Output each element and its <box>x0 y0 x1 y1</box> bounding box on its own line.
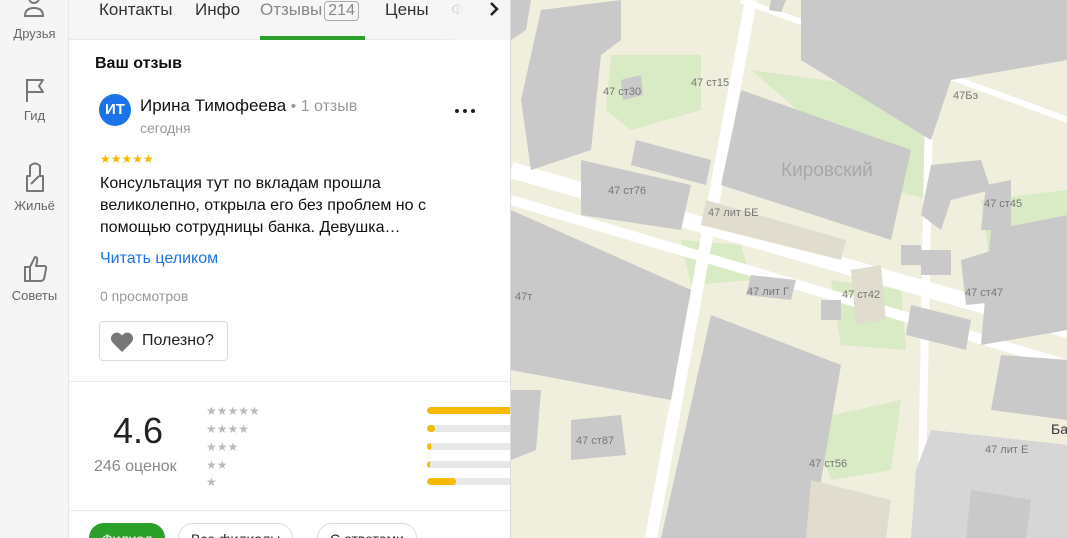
more-options-button[interactable] <box>452 96 478 122</box>
rail-label: Друзья <box>13 26 56 41</box>
map-building-label: 47 лит БЕ <box>708 207 759 219</box>
map-building-label: 47 ст42 <box>842 289 881 301</box>
rail-label: Гид <box>23 108 46 123</box>
rating-bar-fill <box>427 443 431 450</box>
reviews-count-badge: 214 <box>324 1 359 21</box>
map-building-label: 47 ст47 <box>965 287 1004 299</box>
map-building-label: 47т <box>515 291 533 303</box>
map-building-label: 47 лит Г <box>747 286 789 298</box>
tab-fade <box>439 0 479 40</box>
tabs-scroll-right-button[interactable] <box>477 0 510 40</box>
tab-prices[interactable]: Цены <box>385 0 429 40</box>
building <box>906 305 971 350</box>
average-rating: 4.6 <box>113 410 164 451</box>
map-building-label: 47 ст76 <box>608 185 647 197</box>
map-building-label: 47 ст45 <box>984 198 1023 210</box>
building <box>511 390 541 460</box>
rating-row-stars: ★★ <box>206 458 228 472</box>
map-building-label: 47 ст87 <box>576 435 615 447</box>
building <box>511 210 691 400</box>
rail-item-guide[interactable]: Гид <box>0 76 69 123</box>
building <box>769 0 786 12</box>
rating-row-stars: ★★★★★ <box>206 404 260 418</box>
map-canvas <box>511 0 1067 538</box>
filter-chip-with-replies[interactable]: С ответами <box>317 523 417 538</box>
rating-bar-fill <box>427 461 430 468</box>
thumbs-up-icon <box>23 256 47 282</box>
rail-item-tips[interactable]: Советы <box>0 254 69 303</box>
review-stars: ★★★★★ <box>100 152 154 166</box>
tab-bar: Контакты Инфо Отзывы214 Цены Ф <box>69 0 510 40</box>
building <box>991 355 1067 420</box>
more-dots-icon <box>455 109 475 113</box>
rail-label: Советы <box>11 288 58 303</box>
rating-bar-fill <box>427 478 457 485</box>
filter-chip-branch[interactable]: Филиал <box>89 523 166 538</box>
friends-icon <box>23 0 44 17</box>
helpful-button[interactable]: Полезно? <box>99 321 228 361</box>
heart-icon <box>110 332 134 352</box>
filter-chip-all-branches[interactable]: Все филиалы <box>178 523 294 538</box>
rating-row-stars: ★★★★ <box>206 422 250 436</box>
map-building-label: 47 ст30 <box>603 86 642 98</box>
active-tab-indicator <box>260 36 365 40</box>
rail-item-housing[interactable]: Жильё <box>0 162 69 213</box>
map-building-label: 47Бэ <box>953 90 979 102</box>
map-building-label: 47 ст56 <box>809 458 848 470</box>
helpful-label: Полезно? <box>142 332 214 349</box>
housing-icon <box>25 162 44 192</box>
rating-bar-fill <box>427 425 435 432</box>
rating-bar-track <box>427 478 510 485</box>
avatar[interactable]: ИТ <box>99 94 131 126</box>
chevron-right-icon <box>489 2 499 16</box>
building <box>901 245 921 265</box>
rating-bar-track <box>427 425 510 432</box>
reviews-panel: Контакты Инфо Отзывы214 Цены Ф Ваш отзыв… <box>69 0 510 538</box>
map-building-label: 47 лит Е <box>985 444 1029 456</box>
rating-bar-track <box>427 443 510 450</box>
review-author[interactable]: Ирина Тимофеева • 1 отзыв <box>140 96 357 116</box>
tab-reviews[interactable]: Отзывы 214 <box>260 0 359 40</box>
author-name[interactable]: Ирина Тимофеева <box>140 96 286 115</box>
tab-reviews-label: Отзывы <box>260 0 323 19</box>
views-count: 0 просмотров <box>100 288 189 304</box>
rating-bar-fill <box>427 407 510 414</box>
author-review-count: • 1 отзыв <box>286 98 358 115</box>
building <box>511 0 531 40</box>
map-view[interactable]: Кировский Ба 47 ст30 47 ст15 47Бэ 47 ст7… <box>510 0 1067 538</box>
tab-info[interactable]: Инфо <box>195 0 240 40</box>
rail-label: Жильё <box>14 198 55 213</box>
building <box>821 300 841 320</box>
section-title: Ваш отзыв <box>95 55 182 72</box>
rail-item-friends[interactable]: Друзья <box>0 0 69 41</box>
review-date: сегодня <box>140 120 191 136</box>
divider <box>69 381 510 382</box>
map-building-label: 47 ст15 <box>691 77 730 89</box>
map-edge-label: Ба <box>1051 421 1067 437</box>
building <box>921 250 951 275</box>
ratings-count: 246 оценок <box>94 458 177 475</box>
rating-bar-track <box>427 407 510 414</box>
read-more-link[interactable]: Читать целиком <box>100 250 218 268</box>
divider <box>69 510 510 511</box>
rating-row-stars: ★ <box>206 475 217 489</box>
review-text: Консультация тут по вкладам прошла велик… <box>100 175 426 236</box>
building <box>981 215 1067 345</box>
map-district-label: Кировский <box>781 160 873 181</box>
tab-contacts[interactable]: Контакты <box>99 0 172 40</box>
rating-row-stars: ★★★ <box>206 440 239 454</box>
building <box>806 480 891 538</box>
rating-bar-track <box>427 461 510 468</box>
flag-icon <box>25 79 44 102</box>
building <box>521 0 621 170</box>
building <box>921 160 991 230</box>
left-rail: Друзья Гид Жильё Советы <box>0 0 69 538</box>
